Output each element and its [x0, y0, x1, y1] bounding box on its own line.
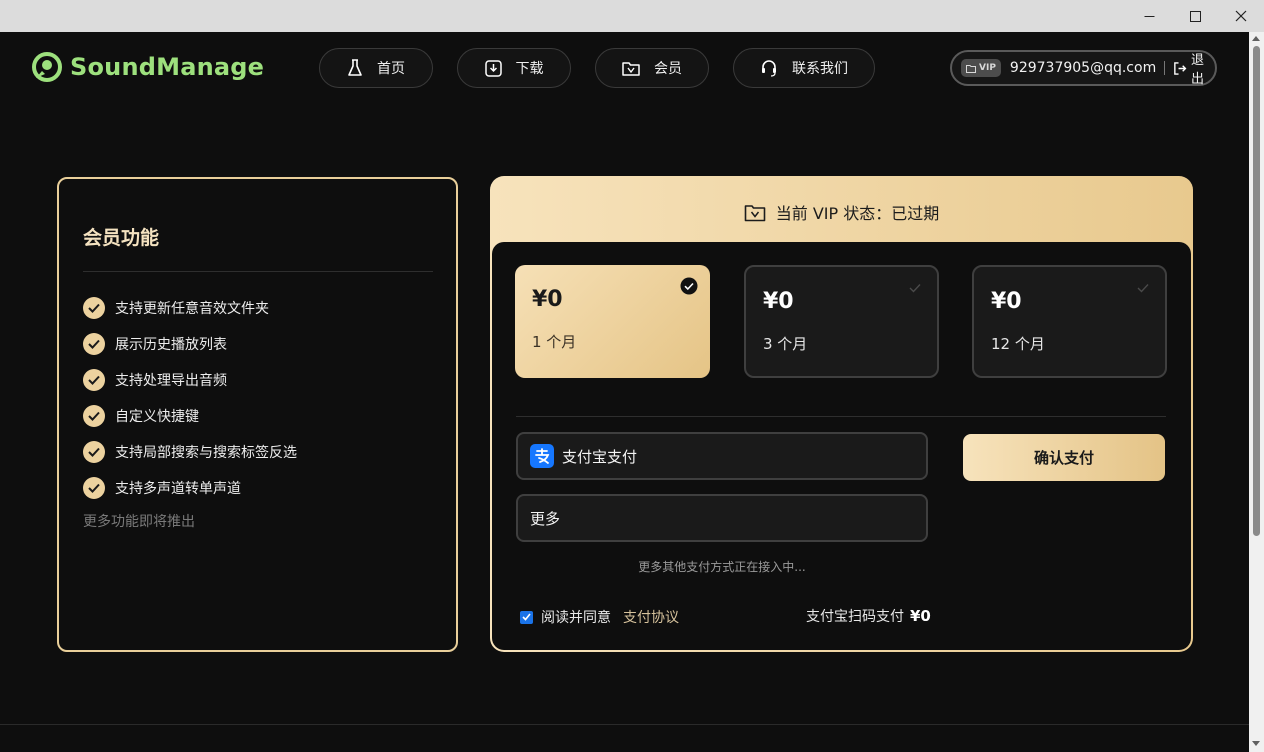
nav-member-label: 会员	[654, 61, 682, 77]
scan-pay-amount: ¥0	[910, 607, 931, 625]
feature-item: 支持处理导出音频	[83, 369, 227, 391]
payment-card: 当前 VIP 状态：已过期 ¥0 1 个月 ¥0 3 个月 ¥0 12 个月 支…	[490, 176, 1193, 652]
nav-contact-label: 联系我们	[792, 61, 848, 77]
maximize-button[interactable]	[1172, 0, 1218, 32]
plan-duration: 3 个月	[763, 335, 808, 353]
check-circle-icon	[83, 405, 105, 427]
payment-divider	[516, 416, 1166, 417]
payment-agreement-link[interactable]: 支付协议	[623, 607, 679, 627]
scan-pay-summary: 支付宝扫码支付 ¥0	[806, 606, 931, 626]
scrollbar-thumb[interactable]	[1253, 46, 1260, 536]
check-circle-icon	[83, 369, 105, 391]
download-icon	[484, 59, 502, 77]
check-circle-icon	[83, 477, 105, 499]
scan-pay-label: 支付宝扫码支付	[806, 609, 904, 625]
agreement-text: 阅读并同意	[541, 610, 611, 626]
check-circle-icon	[83, 441, 105, 463]
plan-card-12-months[interactable]: ¥0 12 个月	[972, 265, 1167, 378]
plan-card-3-months[interactable]: ¥0 3 个月	[744, 265, 939, 378]
close-icon	[1235, 10, 1247, 22]
feature-label: 展示历史播放列表	[115, 337, 227, 353]
vip-badge: VIP	[961, 59, 1001, 77]
user-account-pill: VIP 929737905@qq.com 退出	[950, 49, 1217, 87]
user-email: 929737905@qq.com	[1009, 60, 1157, 76]
app-root: SoundManage 首页 下载 会员 联系我们 VIP 929737905@…	[0, 32, 1249, 752]
check-icon	[909, 284, 921, 293]
logo-icon	[32, 52, 62, 82]
agreement-row: 阅读并同意 支付协议	[520, 607, 679, 627]
plan-duration: 1 个月	[532, 333, 577, 351]
scroll-up-arrow-icon[interactable]	[1252, 36, 1260, 41]
nav-download-button[interactable]: 下载	[457, 48, 571, 88]
more-methods-option[interactable]: 更多	[516, 494, 928, 542]
nav-member-button[interactable]: 会员	[595, 48, 709, 88]
minimize-button[interactable]	[1126, 0, 1172, 32]
plan-price: ¥0	[763, 289, 794, 314]
vertical-scrollbar[interactable]	[1249, 32, 1264, 752]
logout-icon	[1174, 61, 1187, 75]
nav-contact-button[interactable]: 联系我们	[733, 48, 875, 88]
check-circle-icon	[83, 333, 105, 355]
feature-label: 支持处理导出音频	[115, 373, 227, 389]
feature-label: 自定义快捷键	[115, 409, 199, 425]
vip-folder-icon	[744, 204, 766, 221]
user-divider	[1164, 61, 1166, 75]
feature-item: 自定义快捷键	[83, 405, 199, 427]
app-name: SoundManage	[70, 53, 265, 81]
nav-home-label: 首页	[377, 61, 405, 77]
nav-home-button[interactable]: 首页	[319, 48, 433, 88]
feature-item: 支持局部搜索与搜索标签反选	[83, 441, 297, 463]
check-circle-icon	[83, 297, 105, 319]
more-methods-label: 更多	[530, 509, 561, 528]
alipay-icon	[530, 444, 554, 468]
feature-label: 支持多声道转单声道	[115, 481, 241, 497]
features-more-text: 更多功能即将推出	[83, 514, 195, 530]
check-icon	[1137, 284, 1149, 293]
payment-note: 更多其他支付方式正在接入中...	[638, 560, 806, 574]
vip-status-bar: 当前 VIP 状态：已过期	[490, 200, 1193, 224]
headset-icon	[762, 60, 776, 77]
feature-label: 支持更新任意音效文件夹	[115, 301, 269, 317]
plan-price: ¥0	[991, 289, 1022, 314]
alipay-method-option[interactable]: 支付宝支付	[516, 432, 928, 480]
feature-item: 支持多声道转单声道	[83, 477, 241, 499]
minimize-icon	[1144, 15, 1154, 17]
plan-price: ¥0	[532, 287, 563, 312]
vip-folder-icon	[622, 62, 640, 76]
confirm-payment-button[interactable]: 确认支付	[963, 434, 1165, 481]
alipay-method-label: 支付宝支付	[562, 447, 638, 466]
plan-card-1-month[interactable]: ¥0 1 个月	[515, 265, 710, 378]
maximize-icon	[1189, 10, 1201, 22]
window-titlebar	[0, 0, 1264, 32]
feature-label: 支持局部搜索与搜索标签反选	[115, 445, 297, 461]
logout-label: 退出	[1191, 53, 1205, 87]
footer-divider	[0, 724, 1249, 725]
feature-item: 展示历史播放列表	[83, 333, 227, 355]
scroll-down-arrow-icon[interactable]	[1252, 741, 1260, 746]
plan-duration: 12 个月	[991, 335, 1045, 353]
close-button[interactable]	[1218, 0, 1264, 32]
agreement-checkbox[interactable]	[520, 610, 533, 624]
selected-check-icon	[680, 277, 698, 295]
member-features-card: 会员功能 支持更新任意音效文件夹 展示历史播放列表 支持处理导出音频 自定义快捷…	[57, 177, 458, 652]
vip-folder-icon	[966, 64, 976, 73]
checkbox-check-icon	[522, 613, 531, 621]
vip-badge-label: VIP	[979, 63, 996, 73]
vip-status-text: 当前 VIP 状态：已过期	[775, 204, 940, 223]
nav-download-label: 下载	[515, 61, 544, 77]
features-divider	[83, 271, 433, 272]
features-title: 会员功能	[83, 227, 160, 249]
payment-panel: ¥0 1 个月 ¥0 3 个月 ¥0 12 个月 支付宝支付 更多 确认支付 更…	[492, 242, 1191, 650]
app-logo[interactable]: SoundManage	[32, 52, 264, 82]
feature-item: 支持更新任意音效文件夹	[83, 297, 269, 319]
logout-button[interactable]: 退出	[1173, 49, 1215, 87]
flask-icon	[348, 59, 362, 76]
